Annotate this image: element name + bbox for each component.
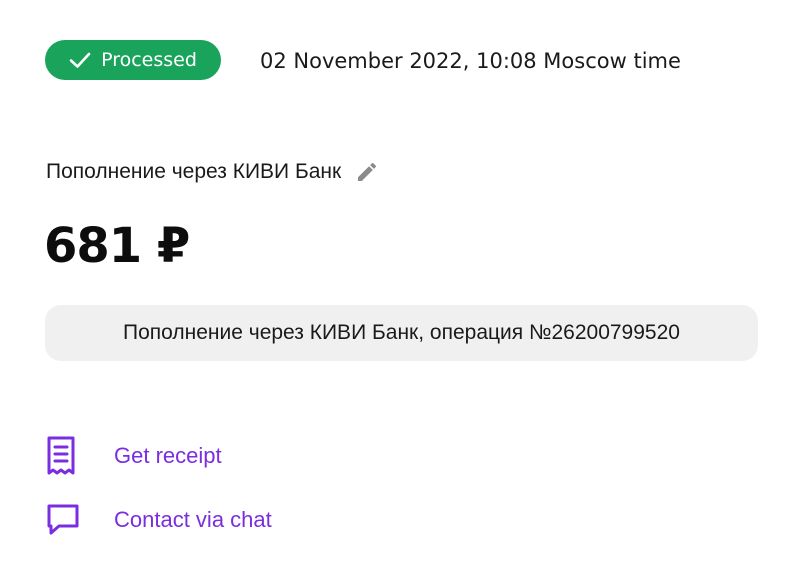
payment-title-row: Пополнение через КИВИ Банк [46, 160, 379, 184]
edit-button[interactable] [355, 160, 379, 184]
chat-icon [46, 500, 82, 540]
contact-chat-label: Contact via chat [114, 507, 272, 532]
receipt-icon [46, 436, 82, 476]
get-receipt-button[interactable]: Get receipt [46, 436, 222, 476]
pencil-icon [358, 162, 377, 181]
payment-comment-text: Пополнение через КИВИ Банк, операция №26… [123, 321, 680, 344]
payment-comment: Пополнение через КИВИ Банк, операция №26… [45, 305, 758, 361]
status-badge: Processed [45, 40, 221, 80]
get-receipt-label: Get receipt [114, 443, 222, 468]
check-icon [69, 52, 91, 68]
payment-title: Пополнение через КИВИ Банк [46, 160, 342, 183]
payment-amount: 681 ₽ [44, 218, 190, 274]
contact-chat-button[interactable]: Contact via chat [46, 500, 272, 540]
payment-timestamp: 02 November 2022, 10:08 Moscow time [260, 49, 681, 73]
payment-details-page: Processed 02 November 2022, 10:08 Moscow… [0, 0, 788, 561]
status-label: Processed [101, 49, 197, 71]
